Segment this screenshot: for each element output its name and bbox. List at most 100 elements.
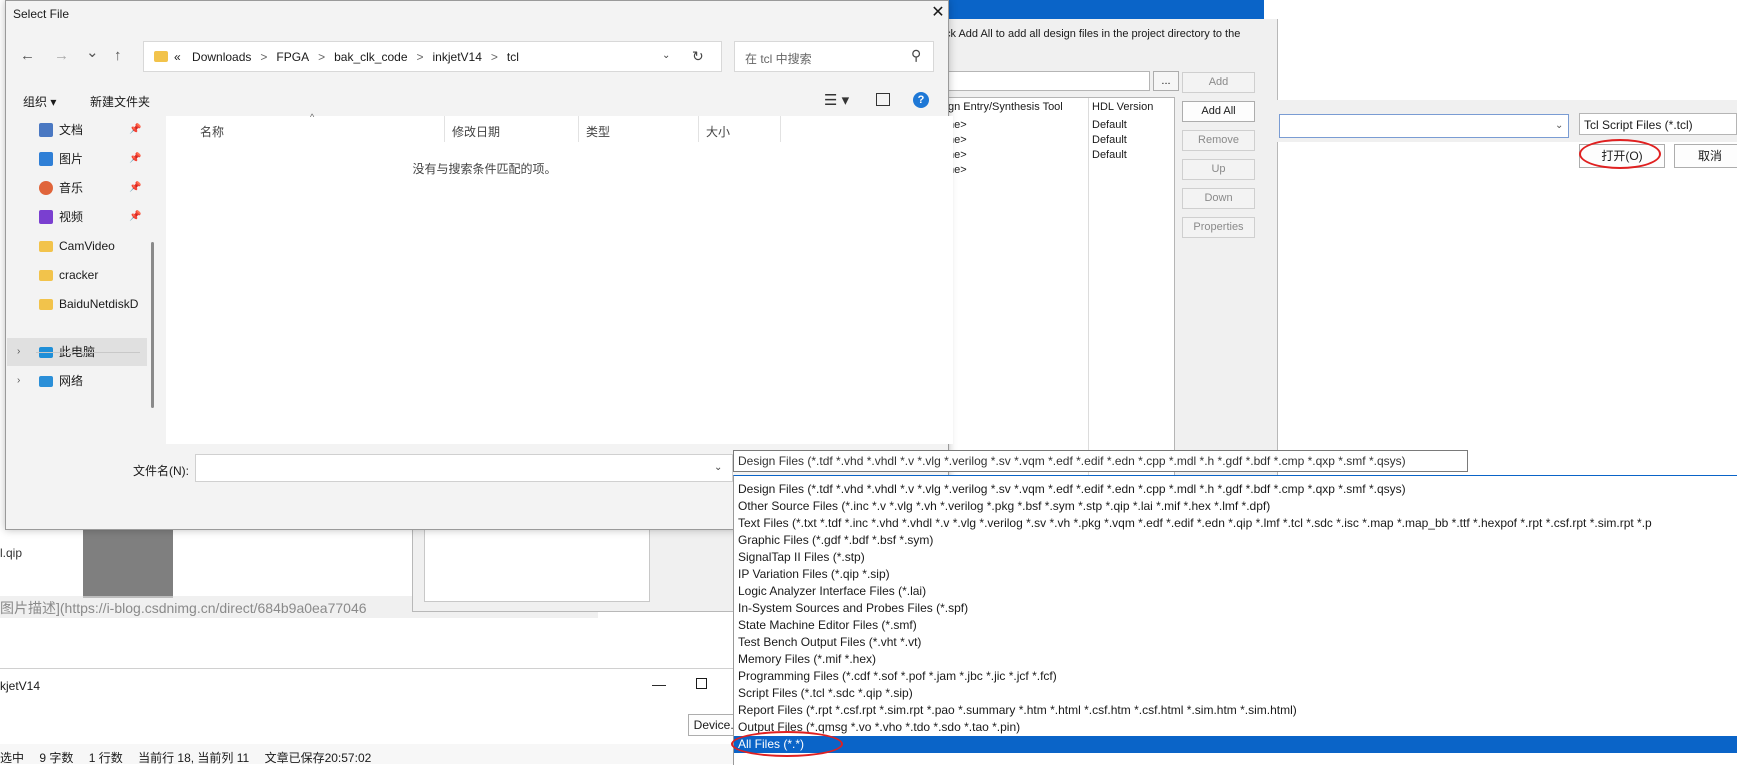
annotation-circle — [1579, 139, 1661, 169]
add-all-button[interactable]: Add All — [1182, 101, 1255, 122]
wizard-titlebar — [941, 0, 1264, 19]
column-header-date[interactable]: 修改日期 — [452, 123, 500, 140]
file-type-option[interactable]: Text Files (*.txt *.tdf *.inc *.vhd *.vh… — [738, 515, 1652, 532]
file-type-option[interactable]: SignalTap II Files (*.stp) — [738, 549, 865, 566]
organize-menu[interactable]: 组织 ▾ — [23, 93, 56, 110]
refresh-icon[interactable]: ↻ — [692, 48, 704, 65]
breadcrumb-separator[interactable]: > — [260, 50, 267, 64]
file-type-option[interactable]: State Machine Editor Files (*.smf) — [738, 617, 917, 634]
search-box[interactable]: 在 tcl 中搜索 ⚲ — [734, 41, 934, 72]
maximize-icon[interactable] — [696, 678, 707, 689]
column-header-name[interactable]: 名称 — [200, 123, 224, 140]
file-type-option[interactable]: In-System Sources and Probes Files (*.sp… — [738, 600, 968, 617]
chevron-down-icon[interactable]: ⌄ — [662, 50, 670, 61]
file-type-option[interactable]: Memory Files (*.mif *.hex) — [738, 651, 876, 668]
breadcrumb-item[interactable]: Downloads — [192, 50, 251, 64]
recent-locations-icon[interactable]: ⌄ — [86, 43, 99, 61]
view-options-icon[interactable]: ☰ ▾ — [824, 91, 849, 109]
editor-content — [0, 520, 412, 660]
breadcrumb-item[interactable]: tcl — [507, 50, 519, 64]
breadcrumb-item[interactable]: bak_clk_code — [334, 50, 407, 64]
breadcrumb-separator[interactable]: > — [417, 50, 424, 64]
down-button[interactable]: Down — [1182, 188, 1255, 209]
command-bar: 组织 ▾ 新建文件夹 ☰ ▾ ? — [6, 87, 948, 115]
nav-item-label: 文档 — [59, 123, 84, 137]
file-type-option[interactable]: Programming Files (*.cdf *.sof *.pof *.j… — [738, 668, 1057, 685]
column-divider[interactable] — [698, 116, 699, 142]
expand-chevron-icon[interactable]: › — [17, 367, 20, 395]
minimize-icon[interactable]: — — [652, 676, 666, 692]
file-type-option[interactable]: Test Bench Output Files (*.vht *.vt) — [738, 634, 921, 651]
nav-item-label: 图片 — [59, 152, 84, 166]
folder-icon — [39, 241, 53, 252]
nav-item-network[interactable]: › 网络 — [7, 367, 147, 395]
nav-item-label: CamVideo — [59, 239, 115, 253]
nav-item-videos[interactable]: 视频 📌 — [7, 203, 147, 231]
window-title: kjetV14 — [0, 679, 41, 693]
file-type-filter[interactable]: Tcl Script Files (*.tcl) — [1579, 113, 1737, 135]
table-row-hdl[interactable]: Default — [1092, 134, 1127, 146]
up-arrow-icon[interactable]: ↑ — [114, 47, 122, 64]
breadcrumb-overflow[interactable]: « — [174, 50, 181, 64]
filename-input[interactable]: ⌄ — [195, 454, 733, 482]
file-type-option[interactable]: Report Files (*.rpt *.csf.rpt *.sim.rpt … — [738, 702, 1297, 719]
table-header-hdl[interactable]: HDL Version — [1092, 101, 1153, 113]
nav-item-cracker[interactable]: cracker — [7, 261, 147, 289]
forward-arrow-icon[interactable]: → — [54, 47, 69, 64]
status-selected: 选中 — [0, 751, 25, 765]
nav-item-music[interactable]: 音乐 📌 — [7, 174, 147, 202]
editor-panel-inner — [424, 526, 650, 602]
file-type-option[interactable]: Other Source Files (*.inc *.v *.vlg *.vh… — [738, 498, 1270, 515]
column-divider[interactable] — [578, 116, 579, 142]
music-icon — [39, 181, 53, 195]
nav-item-label: 音乐 — [59, 181, 84, 195]
column-divider[interactable] — [780, 116, 781, 142]
file-type-option[interactable]: Graphic Files (*.gdf *.bdf *.bsf *.sym) — [738, 532, 933, 549]
close-icon[interactable]: ✕ — [928, 3, 948, 23]
back-arrow-icon[interactable]: ← — [20, 47, 35, 64]
wizard-browse-button[interactable]: ... — [1153, 71, 1179, 91]
properties-button[interactable]: Properties — [1182, 217, 1255, 238]
nav-item-label: BaiduNetdiskD — [59, 297, 139, 311]
column-divider[interactable] — [444, 116, 445, 142]
chevron-down-icon[interactable]: ⌄ — [714, 462, 722, 473]
nav-scrollbar[interactable] — [151, 242, 154, 408]
documents-icon — [39, 123, 53, 137]
file-type-option[interactable]: Design Files (*.tdf *.vhd *.vhdl *.v *.v… — [738, 481, 1406, 498]
nav-item-camvideo[interactable]: CamVideo — [7, 232, 147, 260]
cancel-button[interactable]: 取消 — [1674, 144, 1737, 168]
search-placeholder: 在 tcl 中搜索 — [745, 52, 812, 66]
expand-chevron-icon[interactable]: › — [17, 338, 20, 366]
breadcrumb-separator[interactable]: > — [318, 50, 325, 64]
new-folder-button[interactable]: 新建文件夹 — [90, 93, 150, 110]
file-list[interactable]: 名称 ^ 修改日期 类型 大小 没有与搜索条件匹配的项。 — [166, 112, 953, 444]
file-type-option-selected[interactable]: All Files (*.*) — [734, 736, 1737, 753]
wizard-file-input[interactable] — [946, 71, 1150, 91]
status-cursor: 当前行 18, 当前列 11 — [138, 751, 250, 765]
preview-pane-icon[interactable] — [876, 93, 890, 106]
breadcrumb-separator[interactable]: > — [491, 50, 498, 64]
nav-item-label: 视频 — [59, 210, 84, 224]
column-header-type[interactable]: 类型 — [586, 123, 610, 140]
column-header-size[interactable]: 大小 — [706, 123, 730, 140]
file-type-option[interactable]: Logic Analyzer Interface Files (*.lai) — [738, 583, 926, 600]
file-type-option[interactable]: IP Variation Files (*.qip *.sip) — [738, 566, 890, 583]
breadcrumb-item[interactable]: FPGA — [276, 50, 309, 64]
table-header-tool[interactable]: gn Entry/Synthesis Tool — [948, 101, 1063, 113]
pictures-icon — [39, 152, 53, 166]
up-button[interactable]: Up — [1182, 159, 1255, 180]
file-type-select[interactable]: Design Files (*.tdf *.vhd *.vhdl *.v *.v… — [733, 450, 1468, 472]
breadcrumb-item[interactable]: inkjetV14 — [433, 50, 482, 64]
add-button[interactable]: Add — [1182, 72, 1255, 93]
help-icon[interactable]: ? — [913, 92, 929, 108]
background-filename-select[interactable] — [1279, 114, 1569, 138]
search-icon[interactable]: ⚲ — [911, 47, 921, 64]
nav-item-documents[interactable]: 文档 📌 — [7, 116, 147, 144]
file-type-option[interactable]: Script Files (*.tcl *.sdc *.qip *.sip) — [738, 685, 913, 702]
table-row-hdl[interactable]: Default — [1092, 119, 1127, 131]
nav-item-baidunetdisk[interactable]: BaiduNetdiskD — [7, 290, 147, 318]
remove-button[interactable]: Remove — [1182, 130, 1255, 151]
wizard-instruction: ck Add All to add all design files in th… — [945, 28, 1241, 40]
table-row-hdl[interactable]: Default — [1092, 149, 1127, 161]
address-bar[interactable]: « Downloads > FPGA > bak_clk_code > inkjetV14 >… — [143, 41, 722, 72]
